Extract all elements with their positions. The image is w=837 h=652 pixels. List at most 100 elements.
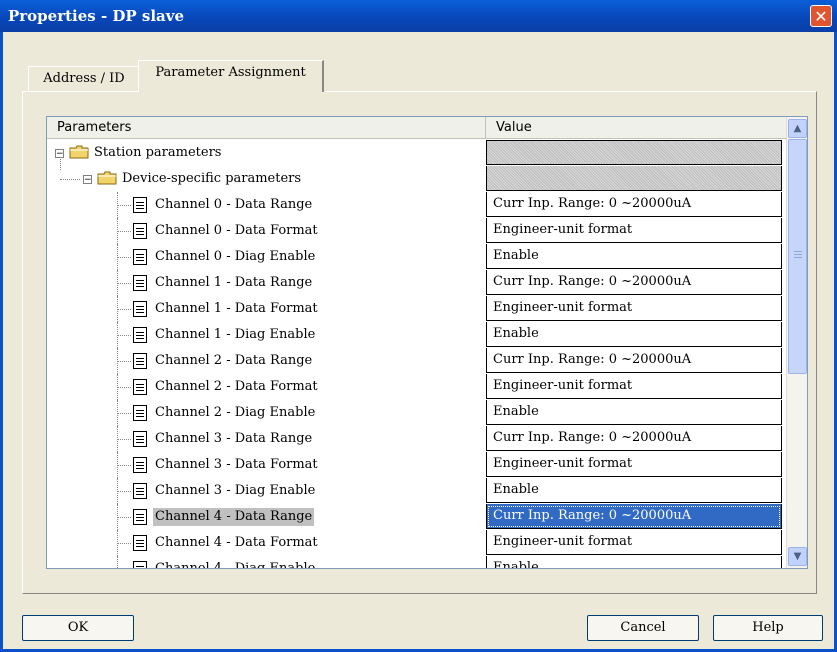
table-row[interactable]: Channel 4 - Data Range Curr Inp. Range: 0… [47, 504, 787, 530]
parameter-label: Channel 4 - Data Format [155, 535, 318, 550]
column-header-parameters[interactable]: Parameters [47, 117, 486, 139]
value-cell[interactable]: Curr Inp. Range: 0 ~20000uA [486, 426, 782, 451]
grip-line [794, 257, 802, 258]
tree-cell: Channel 1 - Data Format [47, 296, 486, 322]
tree-cell: Channel 2 - Diag Enable [47, 400, 486, 426]
table-row[interactable]: − Station parameters [47, 140, 787, 166]
scroll-thumb[interactable] [788, 139, 807, 374]
parameter-icon [133, 405, 147, 421]
value-cell[interactable]: Engineer-unit format [486, 374, 782, 399]
tree-connector [117, 361, 131, 362]
table-row[interactable]: − Device-specific parameters [47, 166, 787, 192]
value-cell[interactable] [486, 166, 782, 191]
tree-cell: Channel 0 - Data Range [47, 192, 486, 218]
ok-button[interactable]: OK [22, 615, 134, 641]
parameter-label: Channel 4 - Data Range [153, 508, 315, 526]
tree-cell: Channel 2 - Data Format [47, 374, 486, 400]
tree-cell: Channel 1 - Diag Enable [47, 322, 486, 348]
table-row[interactable]: Channel 1 - Data Range Curr Inp. Range: 0… [47, 270, 787, 296]
value-cell[interactable]: Curr Inp. Range: 0 ~20000uA [486, 504, 782, 529]
parameter-icon [133, 509, 147, 525]
help-button[interactable]: Help [713, 615, 823, 641]
parameter-label: Channel 0 - Data Format [155, 223, 318, 238]
tab-address-id[interactable]: Address / ID [28, 66, 140, 91]
parameter-label: Channel 2 - Data Format [155, 379, 318, 394]
value-cell[interactable]: Engineer-unit format [486, 452, 782, 477]
value-cell[interactable]: Curr Inp. Range: 0 ~20000uA [486, 270, 782, 295]
tree-connector [117, 465, 131, 466]
parameter-label: Channel 4 - Diag Enable [155, 561, 316, 569]
parameter-label: Channel 1 - Data Range [155, 275, 313, 290]
tree-cell: Channel 0 - Data Format [47, 218, 486, 244]
value-cell[interactable]: Enable [486, 322, 782, 347]
table-row[interactable]: Channel 0 - Diag Enable Enable [47, 244, 787, 270]
value-cell[interactable]: Curr Inp. Range: 0 ~20000uA [486, 348, 782, 373]
table-row[interactable]: Channel 3 - Data Range Curr Inp. Range: 0… [47, 426, 787, 452]
parameter-label: Channel 2 - Data Range [155, 353, 313, 368]
parameter-icon [133, 249, 147, 265]
value-cell[interactable]: Enable [486, 244, 782, 269]
tree-cell: − Device-specific parameters [47, 166, 486, 192]
scroll-down-button[interactable]: ▼ [788, 547, 807, 566]
close-button[interactable]: ✕ [810, 5, 832, 27]
folder-icon [69, 145, 89, 159]
table-row[interactable]: Channel 1 - Diag Enable Enable [47, 322, 787, 348]
tree-cell: Channel 2 - Data Range [47, 348, 486, 374]
tree-connector [117, 231, 131, 232]
tree-cell: Channel 4 - Diag Enable [47, 556, 486, 569]
table-row[interactable]: Channel 2 - Data Range Curr Inp. Range: 0… [47, 348, 787, 374]
parameter-label: Channel 1 - Data Format [155, 301, 318, 316]
scroll-up-button[interactable]: ▲ [788, 119, 807, 138]
tree-connector [117, 283, 131, 284]
table-row[interactable]: Channel 0 - Data Range Curr Inp. Range: 0… [47, 192, 787, 218]
value-cell[interactable]: Engineer-unit format [486, 296, 782, 321]
parameter-icon [133, 223, 147, 239]
parameter-icon [133, 483, 147, 499]
tree-connector [60, 157, 61, 170]
value-cell[interactable]: Engineer-unit format [486, 218, 782, 243]
parameter-label: Channel 1 - Diag Enable [155, 327, 316, 342]
tree-cell: − Station parameters [47, 140, 486, 166]
tree-connector [117, 556, 118, 568]
parameter-icon [133, 561, 147, 568]
value-cell[interactable] [486, 140, 782, 165]
value-cell[interactable]: Engineer-unit format [486, 530, 782, 555]
folder-icon [97, 171, 117, 185]
value-cell[interactable]: Curr Inp. Range: 0 ~20000uA [486, 192, 782, 217]
parameter-icon [133, 457, 147, 473]
grip-line [794, 251, 802, 252]
tree-connector [117, 205, 131, 206]
tree-cell: Channel 0 - Diag Enable [47, 244, 486, 270]
value-cell[interactable]: Enable [486, 478, 782, 503]
chevron-up-icon: ▲ [793, 123, 802, 134]
parameter-icon [133, 353, 147, 369]
title-bar: Properties - DP slave ✕ [0, 0, 837, 32]
table-row[interactable]: Channel 3 - Data Format Engineer-unit for… [47, 452, 787, 478]
table-row[interactable]: Channel 4 - Data Format Engineer-unit for… [47, 530, 787, 556]
tab-parameter-assignment[interactable]: Parameter Assignment [138, 60, 324, 92]
tree-cell: Channel 4 - Data Format [47, 530, 486, 556]
table-row[interactable]: Channel 1 - Data Format Engineer-unit for… [47, 296, 787, 322]
tree-cell: Channel 4 - Data Range [47, 504, 486, 530]
table-row[interactable]: Channel 2 - Data Format Engineer-unit for… [47, 374, 787, 400]
parameter-label: Channel 3 - Data Format [155, 457, 318, 472]
cancel-button[interactable]: Cancel [587, 615, 699, 641]
tree-connector [60, 179, 80, 180]
parameter-icon [133, 197, 147, 213]
column-header-value[interactable]: Value [486, 117, 786, 139]
collapse-toggle-icon[interactable]: − [83, 175, 92, 185]
tree-connector [117, 257, 131, 258]
parameter-label: Channel 3 - Diag Enable [155, 483, 316, 498]
parameter-icon [133, 535, 147, 551]
table-row[interactable]: Channel 3 - Diag Enable Enable [47, 478, 787, 504]
table-row[interactable]: Channel 0 - Data Format Engineer-unit for… [47, 218, 787, 244]
tree-cell: Channel 1 - Data Range [47, 270, 486, 296]
value-cell[interactable]: Enable [486, 400, 782, 425]
group-label: Station parameters [94, 145, 222, 160]
table-row[interactable]: Channel 2 - Diag Enable Enable [47, 400, 787, 426]
vertical-scrollbar[interactable]: ▲ ▼ [786, 117, 807, 568]
tree-cell: Channel 3 - Diag Enable [47, 478, 486, 504]
value-cell[interactable]: Enable [486, 556, 782, 568]
table-row[interactable]: Channel 4 - Diag Enable Enable [47, 556, 787, 569]
tree-connector [117, 543, 131, 544]
